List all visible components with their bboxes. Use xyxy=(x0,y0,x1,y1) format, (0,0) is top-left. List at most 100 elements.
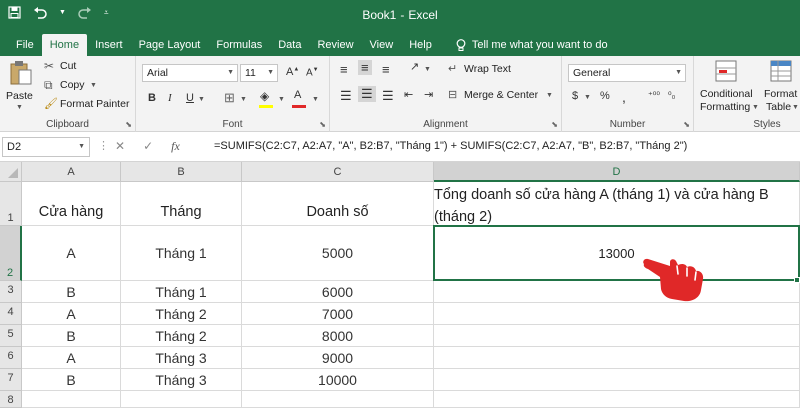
align-top-icon[interactable]: ≡ xyxy=(340,62,348,77)
bold-icon[interactable]: B xyxy=(148,92,156,104)
customize-toolbar-icon[interactable]: ⩡ xyxy=(104,8,109,18)
borders-dropdown-icon[interactable]: ▼ xyxy=(240,96,247,103)
increase-font-icon[interactable]: A▲ xyxy=(286,66,299,78)
row-header-2[interactable]: 2 xyxy=(0,226,22,281)
cell-c4[interactable]: 7000 xyxy=(242,303,434,325)
underline-dropdown-icon[interactable]: ▼ xyxy=(198,96,205,103)
cut-button[interactable]: ✂ Cut xyxy=(44,59,104,75)
cell-c8[interactable] xyxy=(242,391,434,408)
cell-b3[interactable]: Tháng 1 xyxy=(121,281,242,303)
clipboard-launcher-icon[interactable]: ⬊ xyxy=(125,120,132,129)
cell-a2[interactable]: A xyxy=(22,226,121,281)
row-header-4[interactable]: 4 xyxy=(0,303,22,325)
cell-d5[interactable] xyxy=(434,325,800,347)
cell-b7[interactable]: Tháng 3 xyxy=(121,369,242,391)
cell-b1[interactable]: Tháng xyxy=(121,182,242,226)
cell-c5[interactable]: 8000 xyxy=(242,325,434,347)
redo-icon[interactable] xyxy=(78,6,92,19)
cell-c1[interactable]: Doanh số xyxy=(242,182,434,226)
column-header-a[interactable]: A xyxy=(22,162,121,182)
row-header-8[interactable]: 8 xyxy=(0,391,22,408)
format-painter-button[interactable]: 🖌 Format Painter xyxy=(44,97,134,113)
percent-icon[interactable]: % xyxy=(600,90,610,102)
cell-a6[interactable]: A xyxy=(22,347,121,369)
align-bottom-icon[interactable]: ≡ xyxy=(382,62,390,77)
cell-b8[interactable] xyxy=(121,391,242,408)
column-header-b[interactable]: B xyxy=(121,162,242,182)
font-name-select[interactable]: Arial ▼ xyxy=(142,64,238,82)
row-header-7[interactable]: 7 xyxy=(0,369,22,391)
select-all-corner[interactable] xyxy=(0,162,22,182)
cell-d3[interactable] xyxy=(434,281,800,303)
decrease-font-icon[interactable]: A▼ xyxy=(306,67,319,78)
cell-a8[interactable] xyxy=(22,391,121,408)
cell-a5[interactable]: B xyxy=(22,325,121,347)
increase-indent-icon[interactable]: ⇥ xyxy=(424,88,433,101)
borders-icon[interactable]: ⊞ xyxy=(224,90,235,106)
fill-handle[interactable] xyxy=(794,277,800,283)
column-header-d[interactable]: D xyxy=(434,162,800,182)
decrease-decimal-icon[interactable]: ⁰₀ xyxy=(668,90,675,101)
row-header-5[interactable]: 5 xyxy=(0,325,22,347)
cell-d1[interactable]: Tổng doanh số cửa hàng A (tháng 1) và cử… xyxy=(434,182,800,226)
enter-check-icon[interactable]: ✓ xyxy=(143,139,153,154)
formula-bar-handle-icon[interactable]: ⋮ xyxy=(98,139,109,152)
column-header-c[interactable]: C xyxy=(242,162,434,182)
align-center-icon[interactable]: ☰ xyxy=(358,86,376,102)
fill-color-icon[interactable]: ◈ xyxy=(260,89,269,103)
comma-style-icon[interactable]: , xyxy=(622,89,626,105)
tab-review[interactable]: Review xyxy=(309,34,361,56)
conditional-formatting-button[interactable]: Conditional Formatting ▼ xyxy=(696,60,759,116)
insert-function-icon[interactable]: fx xyxy=(171,139,180,154)
currency-icon[interactable]: $ xyxy=(572,90,578,102)
cell-b5[interactable]: Tháng 2 xyxy=(121,325,242,347)
cell-a4[interactable]: A xyxy=(22,303,121,325)
name-box[interactable]: D2 ▼ xyxy=(2,137,90,157)
currency-dropdown-icon[interactable]: ▼ xyxy=(584,94,591,101)
row-header-6[interactable]: 6 xyxy=(0,347,22,369)
undo-dropdown-icon[interactable]: ▼ xyxy=(59,9,66,16)
alignment-launcher-icon[interactable]: ⬊ xyxy=(551,120,558,129)
cell-d8[interactable] xyxy=(434,391,800,408)
formula-input[interactable]: =SUMIFS(C2:C7, A2:A7, "A", B2:B7, "Tháng… xyxy=(214,140,687,152)
tab-view[interactable]: View xyxy=(362,34,402,56)
cell-b4[interactable]: Tháng 2 xyxy=(121,303,242,325)
tab-page-layout[interactable]: Page Layout xyxy=(131,34,209,56)
cell-d7[interactable] xyxy=(434,369,800,391)
fill-color-dropdown-icon[interactable]: ▼ xyxy=(278,96,285,103)
cell-c6[interactable]: 9000 xyxy=(242,347,434,369)
cell-c7[interactable]: 10000 xyxy=(242,369,434,391)
cell-d6[interactable] xyxy=(434,347,800,369)
italic-icon[interactable]: I xyxy=(168,92,172,104)
number-format-select[interactable]: General ▼ xyxy=(568,64,686,82)
cell-a7[interactable]: B xyxy=(22,369,121,391)
align-right-icon[interactable]: ☰ xyxy=(382,88,394,104)
cell-b6[interactable]: Tháng 3 xyxy=(121,347,242,369)
orientation-icon[interactable]: ↗ xyxy=(410,60,419,73)
undo-icon[interactable] xyxy=(33,6,47,19)
paste-button[interactable]: Paste ▼ xyxy=(6,60,36,112)
cell-d4[interactable] xyxy=(434,303,800,325)
tab-home[interactable]: Home xyxy=(41,34,88,56)
tab-help[interactable]: Help xyxy=(401,34,440,56)
cancel-icon[interactable]: ✕ xyxy=(115,139,125,154)
wrap-text-button[interactable]: ↵ Wrap Text xyxy=(448,62,548,78)
font-color-icon[interactable]: A xyxy=(294,89,301,101)
tab-insert[interactable]: Insert xyxy=(87,34,131,56)
row-header-1[interactable]: 1 xyxy=(0,182,22,226)
orientation-dropdown-icon[interactable]: ▼ xyxy=(424,66,431,73)
cell-c2[interactable]: 5000 xyxy=(242,226,434,281)
number-launcher-icon[interactable]: ⬊ xyxy=(683,120,690,129)
decrease-indent-icon[interactable]: ⇤ xyxy=(404,88,413,101)
copy-button[interactable]: ⧉ Copy ▼ xyxy=(44,78,114,94)
align-left-icon[interactable]: ☰ xyxy=(340,88,352,104)
font-launcher-icon[interactable]: ⬊ xyxy=(319,120,326,129)
cell-b2[interactable]: Tháng 1 xyxy=(121,226,242,281)
format-as-table-button[interactable]: Format a Table ▼ xyxy=(762,60,800,116)
tab-data[interactable]: Data xyxy=(270,34,309,56)
tab-file[interactable]: File xyxy=(8,34,42,56)
tell-me-box[interactable]: Tell me what you want to do xyxy=(448,34,616,56)
font-size-select[interactable]: 11 ▼ xyxy=(240,64,278,82)
cell-a3[interactable]: B xyxy=(22,281,121,303)
tab-formulas[interactable]: Formulas xyxy=(208,34,270,56)
